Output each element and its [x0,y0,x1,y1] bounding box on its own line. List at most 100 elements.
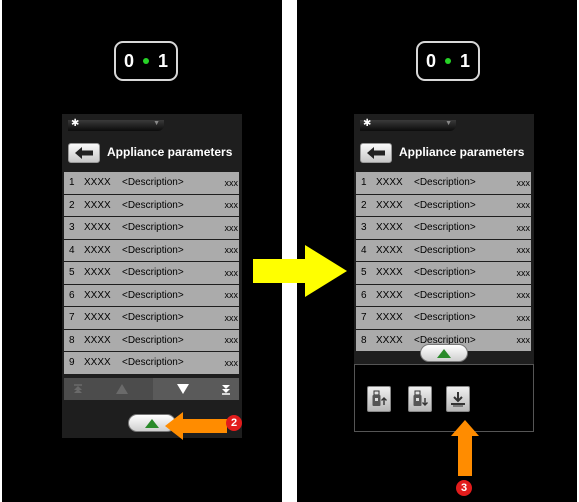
callout-arrow-step3-icon [451,420,479,476]
display-screen: ✱ ▼ Appliance parameters 1 XXXX <Descripti… [62,114,242,438]
expand-tab-button[interactable] [420,344,468,362]
list-item[interactable]: 7 XXXX <Description> xxx [64,307,239,329]
list-item[interactable]: 2 XXXX <Description> xxx [64,194,239,216]
row-number: 7 [361,312,367,324]
scroll-top-icon [73,384,82,393]
title-bar: Appliance parameters [354,139,534,167]
download-icon [451,392,465,407]
row-value: xxx [224,335,239,346]
row-value: xxx [224,177,239,188]
list-item[interactable]: 6 XXXX <Description> xxx [356,284,531,306]
list-item[interactable]: 5 XXXX <Description> xxx [356,262,531,284]
row-value: xxx [224,312,239,323]
row-value: xxx [516,335,531,346]
row-description: <Description> [414,289,476,301]
usb-download-button[interactable] [408,386,432,412]
row-value: xxx [224,357,239,368]
list-item[interactable]: 8 XXXX <Description> xxx [64,329,239,351]
scroll-top-button[interactable] [64,378,91,400]
row-code: XXXX [376,177,403,189]
list-item[interactable]: 5 XXXX <Description> xxx [64,262,239,284]
list-item[interactable]: 7 XXXX <Description> xxx [356,307,531,329]
row-value: xxx [516,222,531,233]
row-code: XXXX [376,334,403,346]
back-arrow-icon [367,147,385,159]
row-code: XXXX [84,334,111,346]
row-code: XXXX [84,289,111,301]
page-title: Appliance parameters [399,145,525,159]
scroll-bottom-button[interactable] [213,378,239,400]
back-button[interactable] [68,143,100,163]
row-code: XXXX [84,177,111,189]
row-description: <Description> [122,177,184,189]
row-value: xxx [224,222,239,233]
list-item[interactable]: 6 XXXX <Description> xxx [64,284,239,306]
row-code: XXXX [376,312,403,324]
scroll-down-icon [177,384,189,394]
scroll-down-button[interactable] [153,378,213,400]
row-code: XXXX [376,199,403,211]
row-number: 1 [361,177,367,189]
list-item[interactable]: 3 XXXX <Description> xxx [64,217,239,239]
list-item[interactable]: 2 XXXX <Description> xxx [356,194,531,216]
callout-arrow-step2-icon [165,412,227,440]
row-number: 4 [361,244,367,256]
row-value: xxx [516,245,531,256]
row-code: XXXX [376,244,403,256]
row-number: 8 [361,334,367,346]
row-value: xxx [224,267,239,278]
row-number: 2 [69,199,75,211]
list-item[interactable]: 1 XXXX <Description> xxx [356,172,531,194]
list-item[interactable]: 1 XXXX <Description> xxx [64,172,239,194]
row-number: 6 [69,289,75,301]
download-button[interactable] [446,386,470,412]
row-number: 8 [69,334,75,346]
off-label: 0 [123,50,134,71]
row-number: 1 [69,177,75,189]
parameter-list: 1 XXXX <Description> xxx 2 XXXX <Description>… [356,172,531,352]
row-code: XXXX [84,267,111,279]
scroll-up-icon [116,384,128,394]
list-item[interactable]: 9 XXXX <Description> xxx [64,352,239,374]
on-off-button[interactable]: 0 1 [416,41,480,81]
row-code: XXXX [84,357,111,369]
chevron-down-icon: ▼ [445,120,452,127]
scroll-controls [64,378,239,400]
row-value: xxx [224,290,239,301]
on-off-button[interactable]: 0 1 [114,41,178,81]
row-description: <Description> [122,289,184,301]
row-description: <Description> [414,244,476,256]
settings-dropdown[interactable]: ✱ ▼ [68,118,164,131]
row-code: XXXX [84,199,111,211]
chevron-down-icon: ▼ [153,120,160,127]
row-number: 4 [69,244,75,256]
list-item[interactable]: 4 XXXX <Description> xxx [64,239,239,261]
row-code: XXXX [376,267,403,279]
usb-upload-button[interactable] [367,386,391,412]
on-label: 1 [460,50,471,71]
row-description: <Description> [414,222,476,234]
row-value: xxx [516,200,531,211]
row-description: <Description> [122,334,184,346]
row-code: XXXX [376,222,403,234]
row-description: <Description> [122,199,184,211]
row-number: 6 [361,289,367,301]
back-button[interactable] [360,143,392,163]
row-number: 9 [69,357,75,369]
list-item[interactable]: 4 XXXX <Description> xxx [356,239,531,261]
row-value: xxx [516,290,531,301]
row-description: <Description> [122,357,184,369]
usb-drawer [354,364,534,432]
parameter-list: 1 XXXX <Description> xxx 2 XXXX <Description>… [64,172,239,375]
row-number: 3 [361,222,367,234]
list-item[interactable]: 3 XXXX <Description> xxx [356,217,531,239]
step-badge-3: 3 [456,480,472,496]
title-bar: Appliance parameters [62,139,242,167]
settings-dropdown[interactable]: ✱ ▼ [360,118,456,131]
back-arrow-icon [75,147,93,159]
scroll-up-button[interactable] [91,378,153,400]
row-value: xxx [516,312,531,323]
row-description: <Description> [122,244,184,256]
scroll-bottom-icon [222,384,230,395]
row-code: XXXX [84,312,111,324]
